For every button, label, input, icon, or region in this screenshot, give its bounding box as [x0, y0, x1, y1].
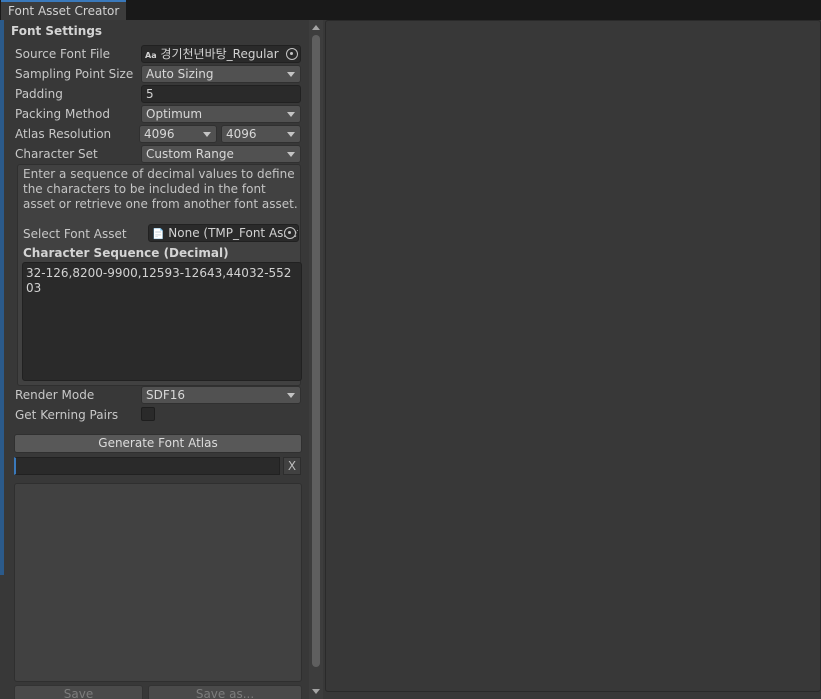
progress-bar — [14, 457, 280, 475]
object-picker-icon[interactable] — [284, 227, 296, 239]
character-set-row: Character Set Custom Range — [15, 145, 305, 163]
scroll-up-icon[interactable] — [312, 25, 320, 30]
object-picker-icon[interactable] — [286, 48, 298, 60]
atlas-width-value: 4096 — [144, 127, 175, 141]
kerning-checkbox[interactable] — [141, 407, 155, 421]
sampling-size-label: Sampling Point Size — [15, 67, 134, 81]
kerning-label: Get Kerning Pairs — [15, 408, 119, 422]
select-font-asset-field[interactable]: 📄 None (TMP_Font Asset) — [148, 224, 299, 242]
character-sequence-label: Character Sequence (Decimal) — [23, 246, 229, 260]
atlas-resolution-label: Atlas Resolution — [15, 127, 112, 141]
atlas-resolution-row: Atlas Resolution 4096 4096 — [15, 125, 305, 143]
packing-dropdown[interactable]: Optimum — [141, 105, 301, 123]
scrollbar-thumb[interactable] — [312, 35, 320, 667]
chevron-down-icon — [287, 393, 295, 398]
tab-bar: Font Asset Creator — [0, 0, 821, 20]
chevron-down-icon — [287, 112, 295, 117]
vertical-scrollbar[interactable] — [309, 20, 323, 699]
settings-panel: Font Settings Source Font File Aa 경기천년바탕… — [4, 20, 309, 699]
save-as-button[interactable]: Save as... — [148, 685, 302, 699]
source-font-label: Source Font File — [15, 47, 111, 61]
generate-font-atlas-button[interactable]: Generate Font Atlas — [14, 434, 302, 453]
select-font-asset-value: None (TMP_Font Asset) — [168, 226, 299, 240]
font-icon: Aa — [145, 51, 157, 60]
atlas-preview-area — [325, 20, 821, 692]
padding-label: Padding — [15, 87, 63, 101]
padding-row: Padding 5 — [15, 85, 305, 103]
section-title: Font Settings — [11, 24, 103, 38]
clear-progress-button[interactable]: X — [283, 457, 301, 475]
atlas-height-dropdown[interactable]: 4096 — [221, 125, 301, 143]
source-font-row: Source Font File Aa 경기천년바탕_Regular — [15, 45, 305, 63]
character-set-label: Character Set — [15, 147, 98, 161]
save-button[interactable]: Save — [14, 685, 143, 699]
scroll-down-icon[interactable] — [312, 689, 320, 694]
sampling-size-row: Sampling Point Size Auto Sizing — [15, 65, 305, 83]
help-text: Enter a sequence of decimal values to de… — [23, 167, 298, 211]
render-mode-row: Render Mode SDF16 — [15, 386, 305, 404]
character-set-dropdown[interactable]: Custom Range — [141, 145, 301, 163]
chevron-down-icon — [287, 152, 295, 157]
source-font-field[interactable]: Aa 경기천년바탕_Regular — [141, 45, 301, 63]
packing-row: Packing Method Optimum — [15, 105, 305, 123]
atlas-width-dropdown[interactable]: 4096 — [139, 125, 217, 143]
custom-range-box: Enter a sequence of decimal values to de… — [17, 164, 302, 386]
character-set-value: Custom Range — [146, 147, 234, 161]
render-mode-value: SDF16 — [146, 388, 186, 402]
packing-label: Packing Method — [15, 107, 110, 121]
source-font-value: 경기천년바탕_Regular — [160, 47, 279, 61]
packing-value: Optimum — [146, 107, 203, 121]
kerning-row: Get Kerning Pairs — [15, 406, 305, 424]
chevron-down-icon — [287, 132, 295, 137]
render-mode-dropdown[interactable]: SDF16 — [141, 386, 301, 404]
chevron-down-icon — [287, 72, 295, 77]
character-sequence-textarea[interactable]: 32-126,8200-9900,12593-12643,44032-55203 — [22, 262, 302, 381]
atlas-height-value: 4096 — [226, 127, 257, 141]
sampling-size-dropdown[interactable]: Auto Sizing — [141, 65, 301, 83]
file-icon: 📄 — [152, 229, 165, 240]
render-mode-label: Render Mode — [15, 388, 95, 402]
output-feedback-area — [14, 483, 302, 682]
sampling-size-value: Auto Sizing — [146, 67, 214, 81]
padding-input[interactable]: 5 — [141, 85, 301, 103]
select-font-asset-label: Select Font Asset — [23, 227, 127, 241]
chevron-down-icon — [203, 132, 211, 137]
tab-font-asset-creator[interactable]: Font Asset Creator — [1, 0, 126, 20]
